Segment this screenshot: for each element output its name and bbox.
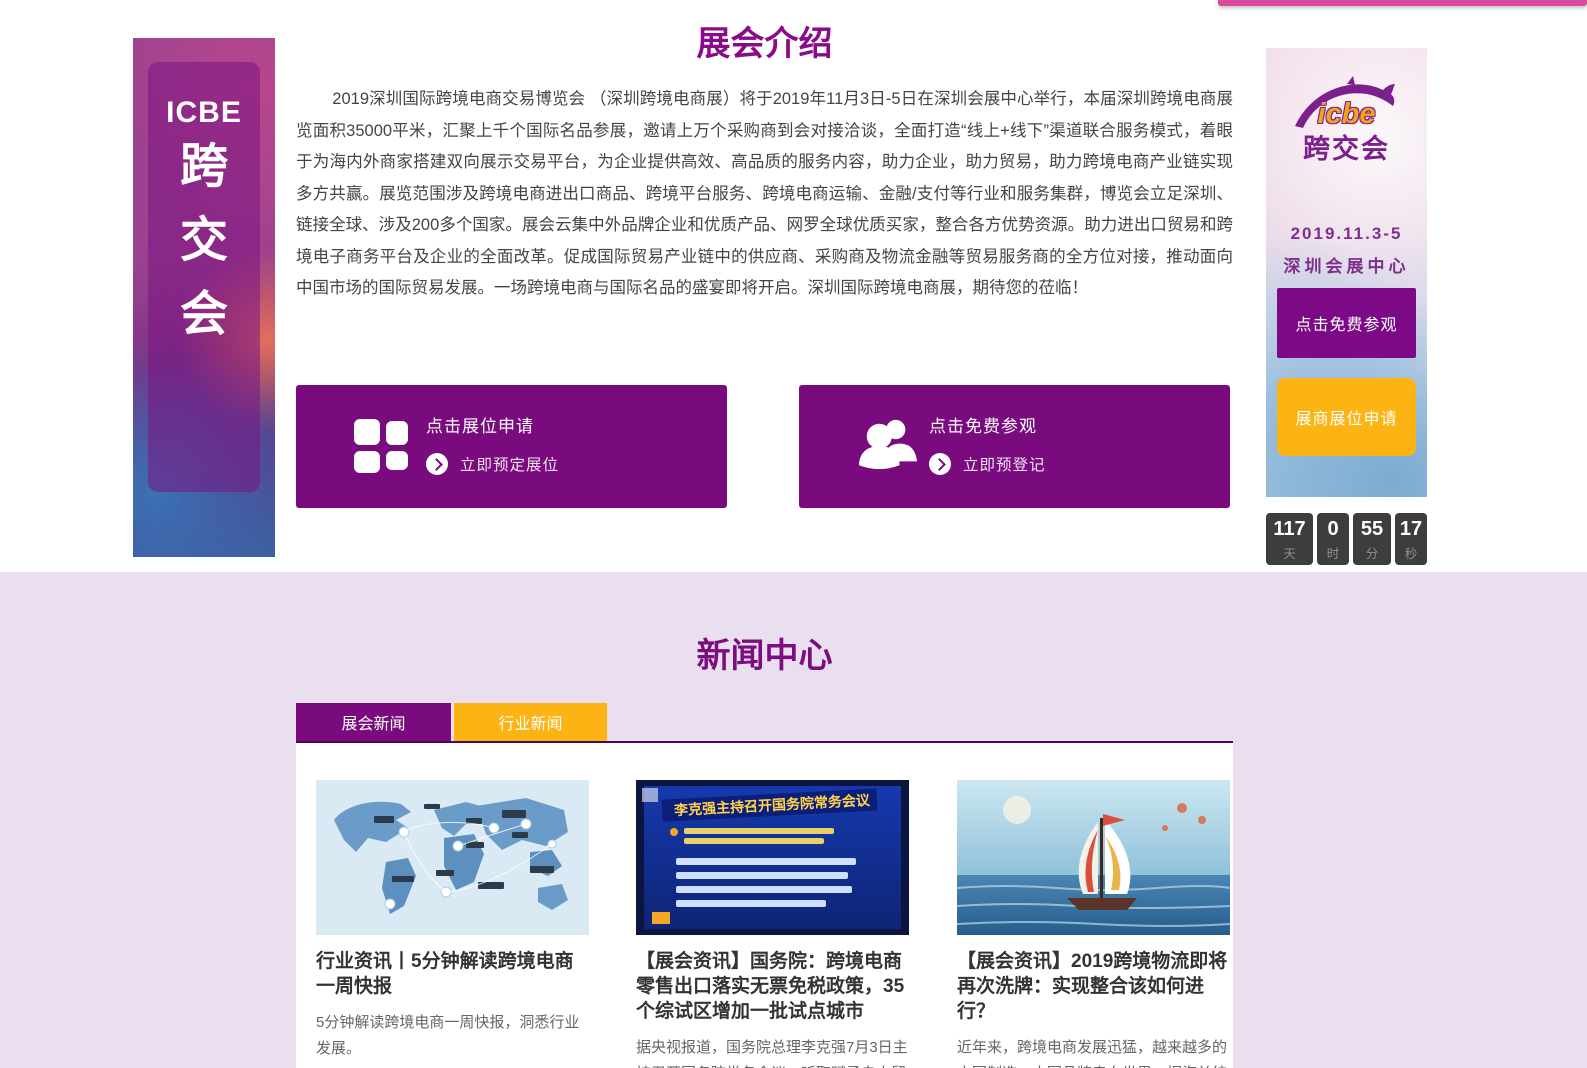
news-card-title[interactable]: 【展会资讯】国务院：跨境电商零售出口落实无票免税政策，35个综试区增加一批试点城… xyxy=(636,949,909,1024)
booth-apply-link[interactable]: 立即预定展位 xyxy=(460,453,559,475)
free-visit-card[interactable]: 点击免费参观 立即预登记 xyxy=(799,385,1230,508)
countdown-timer: 117 天 0 时 55 分 17 秒 xyxy=(1266,513,1427,565)
users-icon xyxy=(857,417,917,477)
news-card-excerpt: 据央视报道，国务院总理李克强7月3日主持召开国务院常务会议，听取赋予自由贸易试 xyxy=(636,1035,909,1068)
banner-char-3: 会 xyxy=(148,278,260,352)
booth-apply-card[interactable]: 点击展位申请 立即预定展位 xyxy=(296,385,727,508)
news-card[interactable]: 李克强主持召开国务院常务会议 【展会资讯】国务院：跨境电 xyxy=(636,780,909,1068)
countdown-seconds-unit: 秒 xyxy=(1395,543,1427,562)
left-banner-panel: ICBE 跨 交 会 xyxy=(148,62,260,492)
countdown-days-value: 117 xyxy=(1266,518,1313,541)
event-date: 2019.11.3-5 xyxy=(1266,224,1427,244)
news-title: 新闻中心 xyxy=(296,628,1233,677)
arrow-circle-icon xyxy=(929,453,951,475)
news-section: 新闻中心 展会新闻 行业新闻 xyxy=(0,572,1587,1068)
banner-logo-text: ICBE xyxy=(148,96,260,130)
page: 展会介绍 2019深圳国际跨境电商交易博览会 （深圳跨境电商展）将于2019年1… xyxy=(0,0,1587,1068)
grid-icon xyxy=(354,417,414,477)
banner-char-1: 跨 xyxy=(148,130,260,204)
free-visit-link-row[interactable]: 立即预登记 xyxy=(929,453,1046,475)
countdown-minutes: 55 分 xyxy=(1353,513,1391,565)
intro-paragraph: 2019深圳国际跨境电商交易博览会 （深圳跨境电商展）将于2019年11月3日-… xyxy=(296,84,1233,305)
sidebar-booth-apply-button[interactable]: 展商展位申请 xyxy=(1277,378,1416,456)
countdown-hours: 0 时 xyxy=(1317,513,1349,565)
news-card-title[interactable]: 行业资讯丨5分钟解读跨境电商一周快报 xyxy=(316,949,589,999)
booth-apply-title: 点击展位申请 xyxy=(426,412,559,437)
news-image-world-map[interactable] xyxy=(316,780,589,935)
free-visit-link[interactable]: 立即预登记 xyxy=(963,453,1046,475)
news-panel: 行业资讯丨5分钟解读跨境电商一周快报 5分钟解读跨境电商一周快报，洞悉行业发展。… xyxy=(296,741,1233,1068)
countdown-days-unit: 天 xyxy=(1266,543,1313,562)
countdown-minutes-value: 55 xyxy=(1353,518,1391,541)
news-tabs: 展会新闻 行业新闻 xyxy=(296,703,607,741)
booth-apply-link-row[interactable]: 立即预定展位 xyxy=(426,453,559,475)
news-card-title[interactable]: 【展会资讯】2019跨境物流即将再次洗牌：实现整合该如何进行？ xyxy=(957,949,1230,1024)
countdown-seconds-value: 17 xyxy=(1395,518,1427,541)
countdown-seconds: 17 秒 xyxy=(1395,513,1427,565)
tab-exhibition-news[interactable]: 展会新闻 xyxy=(296,703,451,741)
sidebar-free-visit-button[interactable]: 点击免费参观 xyxy=(1277,288,1416,358)
page-title: 展会介绍 xyxy=(296,16,1233,65)
news-card-excerpt: 5分钟解读跨境电商一周快报，洞悉行业发展。 xyxy=(316,1010,589,1062)
news-card[interactable]: 【展会资讯】2019跨境物流即将再次洗牌：实现整合该如何进行？ 近年来，跨境电商… xyxy=(957,780,1230,1068)
news-image-sailboat[interactable] xyxy=(957,780,1230,935)
sidebar-logo: icbe 跨交会 xyxy=(1266,74,1427,166)
news-image-cctv-slide[interactable]: 李克强主持召开国务院常务会议 xyxy=(636,780,909,935)
arrow-circle-icon xyxy=(426,453,448,475)
countdown-hours-value: 0 xyxy=(1317,518,1349,541)
countdown-minutes-unit: 分 xyxy=(1353,543,1391,562)
news-card[interactable]: 行业资讯丨5分钟解读跨境电商一周快报 5分钟解读跨境电商一周快报，洞悉行业发展。 xyxy=(316,780,589,1062)
left-banner-ad[interactable]: ICBE 跨 交 会 xyxy=(133,38,275,557)
countdown-days: 117 天 xyxy=(1266,513,1313,565)
sidebar-logo-subtext: 跨交会 xyxy=(1266,127,1427,166)
free-visit-title: 点击免费参观 xyxy=(929,412,1046,437)
top-accent-bar xyxy=(1218,0,1587,6)
event-sidebar: icbe 跨交会 2019.11.3-5 深圳会展中心 点击免费参观 展商展位申… xyxy=(1266,48,1427,497)
tab-industry-news[interactable]: 行业新闻 xyxy=(454,703,607,741)
news-card-excerpt: 近年来，跨境电商发展迅猛，越来越多的中国制造、中国品牌走向世界。据海关统计，20… xyxy=(957,1035,1230,1068)
countdown-hours-unit: 时 xyxy=(1317,543,1349,562)
banner-char-2: 交 xyxy=(148,204,260,278)
event-venue: 深圳会展中心 xyxy=(1266,252,1427,277)
